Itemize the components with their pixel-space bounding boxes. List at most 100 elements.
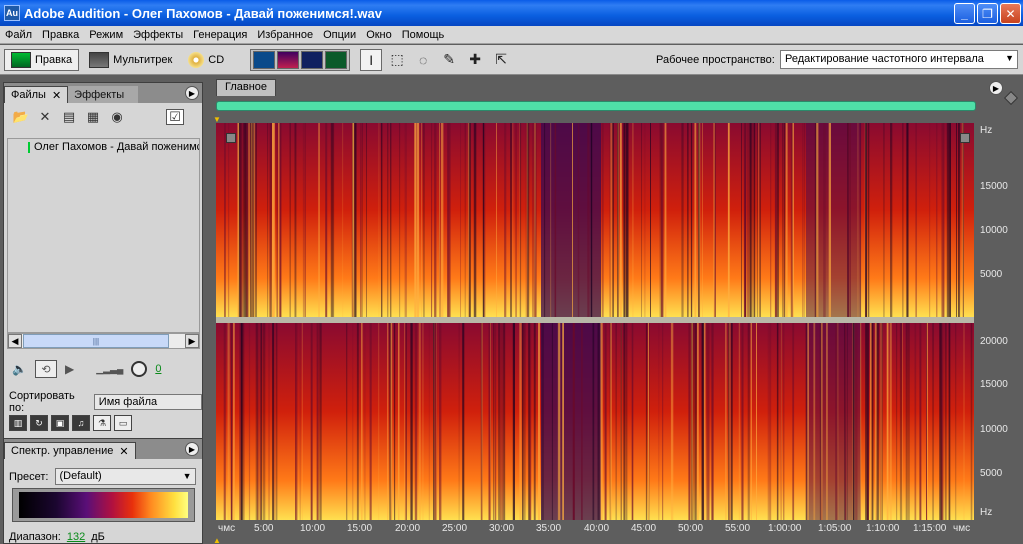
menu-mode[interactable]: Режим	[84, 29, 128, 41]
brush-tool-icon[interactable]: ✎	[438, 49, 460, 71]
edit-view-button[interactable]: Правка	[4, 48, 80, 71]
time-label: 25:00	[442, 523, 468, 534]
filter-midi-icon[interactable]: ♫	[72, 415, 90, 431]
range-unit: дБ	[91, 531, 105, 543]
edit-view-label: Правка	[35, 53, 73, 66]
insert-multitrack-icon[interactable]: ▤	[60, 109, 78, 125]
tab-effects[interactable]: Эффекты	[68, 86, 139, 103]
color-gradient[interactable]	[12, 488, 195, 522]
filter-audio-icon[interactable]: ▥	[9, 415, 27, 431]
menu-effects[interactable]: Эффекты	[128, 29, 188, 41]
menu-bar: Файл Правка Режим Эффекты Генерация Избр…	[0, 26, 1023, 44]
volume-meter-icon: ▁▂▃▄	[96, 363, 124, 374]
hz-label: 10000	[980, 424, 1008, 435]
menu-file[interactable]: Файл	[0, 29, 37, 41]
speaker-icon[interactable]: 🔈	[12, 362, 27, 376]
scrollbar-thumb[interactable]: |||	[23, 334, 169, 348]
spectral-display-icon[interactable]	[277, 50, 300, 69]
time-label: 30:00	[489, 523, 515, 534]
workspace-select[interactable]: Редактирование частотного интервала ▼	[780, 50, 1018, 69]
restore-button[interactable]: ❐	[977, 3, 998, 24]
playhead-marker-icon[interactable]: ▲	[213, 536, 221, 544]
edit-file-icon[interactable]: ◉	[108, 109, 126, 125]
scroll-left-icon[interactable]: ◀	[8, 334, 22, 348]
tab-files[interactable]: Файлы ✕	[4, 86, 69, 103]
waveform-display-icon[interactable]	[253, 50, 276, 69]
volume-value[interactable]: 0	[155, 363, 161, 375]
menu-options[interactable]: Опции	[318, 29, 361, 41]
close-file-icon[interactable]: ✕	[36, 109, 54, 125]
panel-menu-icon[interactable]: ▶	[185, 86, 199, 100]
menu-favorites[interactable]: Избранное	[252, 29, 318, 41]
tab-main[interactable]: Главное	[216, 79, 277, 96]
time-label: 15:00	[347, 523, 373, 534]
open-file-icon[interactable]: 📂	[12, 109, 30, 125]
fade-out-handle-icon[interactable]	[960, 133, 970, 143]
file-list-item[interactable]: Олег Пахомов - Давай поженимся!.wav	[8, 139, 199, 155]
fade-in-handle-icon[interactable]	[226, 133, 236, 143]
tab-spectral-control[interactable]: Спектр. управление ✕	[4, 442, 136, 459]
hz-label: 5000	[980, 269, 1003, 280]
scroll-right-icon[interactable]: ▶	[185, 334, 199, 348]
horizontal-scrollbar[interactable]: ◀ ||| ▶	[7, 333, 200, 349]
tab-effects-label: Эффекты	[74, 88, 125, 101]
filter-loop-icon[interactable]: ↻	[30, 415, 48, 431]
preset-value: (Default)	[59, 470, 102, 482]
preview-player: 🔈 ⟲ ▶ ▁▂▃▄ 0	[12, 358, 161, 380]
close-icon[interactable]: ✕	[52, 89, 61, 102]
range-row: Диапазон: 132 дБ	[9, 531, 105, 543]
close-button[interactable]: ✕	[1000, 3, 1021, 24]
menu-generate[interactable]: Генерация	[188, 29, 252, 41]
time-label: 45:00	[631, 523, 657, 534]
time-label: 1:00:00	[768, 523, 802, 534]
insert-cd-icon[interactable]: ▦	[84, 109, 102, 125]
filter-options-icon[interactable]: ⚗	[93, 415, 111, 431]
waveform-icon	[11, 51, 31, 68]
time-label: 20:00	[395, 523, 421, 534]
display-mode-group	[250, 48, 351, 71]
spectrogram-channel-left[interactable]	[216, 123, 974, 317]
multitrack-view-button[interactable]: Мультитрек	[83, 49, 178, 71]
hz-label: 5000	[980, 468, 1003, 479]
menu-edit[interactable]: Правка	[37, 29, 84, 41]
view-options-icon[interactable]: ☑	[166, 109, 184, 125]
marquee-tool-icon[interactable]: ⬚	[386, 49, 408, 71]
hz-label: 15000	[980, 181, 1008, 192]
cd-view-button[interactable]: CD	[182, 49, 230, 71]
tab-spectral-label: Спектр. управление	[11, 445, 114, 457]
loop-button[interactable]: ⟲	[34, 360, 57, 378]
pan-display-icon[interactable]	[301, 50, 324, 69]
time-label: 40:00	[584, 523, 610, 534]
hz-label: Hz	[980, 125, 993, 136]
menu-help[interactable]: Помощь	[397, 29, 450, 41]
phase-display-icon[interactable]	[325, 50, 348, 69]
time-label: чмс	[218, 523, 236, 534]
hz-label: 10000	[980, 225, 1008, 236]
filter-more-icon[interactable]: ▭	[114, 415, 132, 431]
range-value[interactable]: 132	[67, 531, 85, 543]
minimize-button[interactable]: _	[954, 3, 975, 24]
time-selection-tool-icon[interactable]: I	[360, 48, 383, 71]
overview-bar[interactable]	[216, 101, 976, 111]
panel-menu-icon[interactable]: ▶	[989, 81, 1003, 95]
file-name: Олег Пахомов - Давай поженимся!.wav	[34, 141, 199, 153]
multitrack-view-label: Мультитрек	[113, 53, 173, 66]
spectral-display[interactable]	[216, 123, 974, 520]
sort-select[interactable]: Имя файла	[93, 394, 202, 410]
filter-video-icon[interactable]: ▣	[51, 415, 69, 431]
play-icon[interactable]: ▶	[65, 362, 74, 376]
volume-knob-icon[interactable]	[131, 361, 148, 377]
files-toolbar: 📂 ✕ ▤ ▦ ◉ ☑	[4, 103, 202, 131]
spectrogram-channel-right[interactable]	[216, 323, 974, 520]
time-label: чмс	[953, 523, 971, 534]
menu-window[interactable]: Окно	[361, 29, 397, 41]
panel-menu-icon[interactable]: ▶	[185, 442, 199, 456]
close-icon[interactable]: ✕	[119, 445, 128, 458]
file-list: Олег Пахомов - Давай поженимся!.wav	[7, 138, 200, 333]
preset-select[interactable]: (Default) ▼	[54, 468, 196, 485]
move-tool-icon[interactable]: ⇱	[490, 49, 512, 71]
spot-healing-icon[interactable]: ✚	[464, 49, 486, 71]
spectral-panel-tabs: Спектр. управление ✕ ▶	[4, 439, 202, 459]
lasso-tool-icon[interactable]: ◌	[412, 49, 434, 71]
zoom-knob-icon[interactable]	[1003, 90, 1019, 106]
